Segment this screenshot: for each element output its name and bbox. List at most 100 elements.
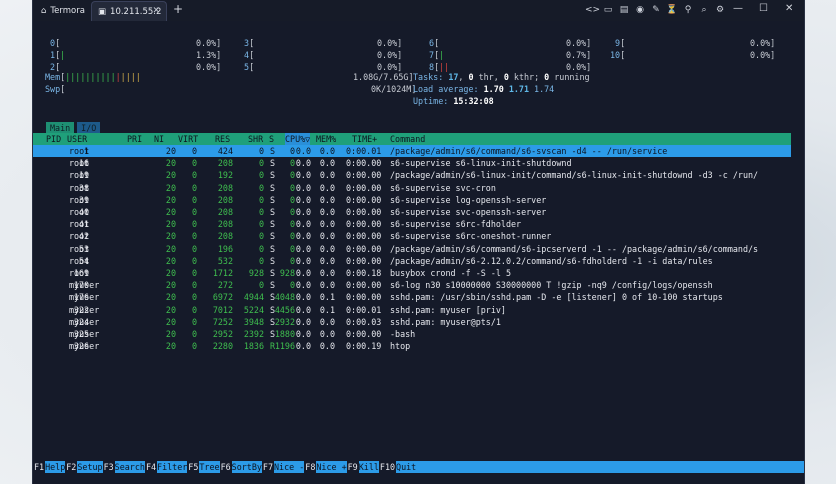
cell-mem: 0.0: [319, 341, 335, 352]
cell-time: 0:00.00: [346, 231, 382, 242]
meter-bracket: [: [249, 38, 255, 48]
cell-mem: 0.0: [319, 182, 335, 193]
fkey-number: F1: [34, 462, 45, 472]
process-row[interactable]: 39 root 20 0 208 0 0 S 0.0 0.0 0:00.00 s6-supervise…: [33, 194, 791, 206]
process-row[interactable]: 170 myuser 20 0 272 0 0 S 0.0 0.0 0:00.00 s6-log n3…: [33, 279, 791, 291]
cell-mem: 0.1: [319, 304, 335, 315]
record-icon[interactable]: ◉: [633, 4, 647, 17]
cell-ni: 0: [191, 231, 197, 242]
cell-s: S: [270, 170, 276, 181]
fkey-f4[interactable]: F4 Filter: [145, 461, 188, 473]
cpu-label: 5: [239, 62, 250, 72]
cell-ni: 0: [191, 194, 197, 205]
fkey-f9[interactable]: F9 Kill: [347, 461, 379, 473]
cell-s: S: [270, 304, 276, 315]
fkey-f2[interactable]: F2 Setup: [65, 461, 103, 473]
process-row[interactable]: 40 root 20 0 208 0 0 S 0.0 0.0 0:00.00 s6-supervise…: [33, 206, 791, 218]
code-icon[interactable]: <>: [585, 4, 600, 17]
fkey-f3[interactable]: F3 Search: [103, 461, 145, 473]
cell-res: 928: [248, 268, 264, 278]
col-shr[interactable]: SHR: [248, 133, 263, 145]
col-command[interactable]: Command: [390, 133, 425, 145]
fkey-number: F6: [220, 462, 231, 472]
cell-s: S: [270, 292, 276, 303]
col-user[interactable]: USER: [67, 133, 87, 145]
terminal-content[interactable]: 0[0.0%] 1[| 1.3%] 2[0.0%] 3[0.0%] 4[0.0%]…: [33, 21, 804, 484]
process-row[interactable]: 41 root 20 0 208 0 0 S 0.0 0.0 0:00.00 s6-supervise…: [33, 218, 791, 230]
network-icon[interactable]: ⚲: [681, 4, 695, 17]
fkey-f10[interactable]: F10 Quit: [379, 461, 417, 473]
clipboard-icon[interactable]: ▤: [617, 4, 631, 17]
col-virt[interactable]: VIRT: [178, 133, 198, 145]
cell-pri: 20: [165, 255, 176, 266]
cell-ni: 0: [191, 292, 197, 303]
cell-shr: 0: [289, 243, 295, 254]
process-row[interactable]: 322 myuser 20 0 7012 5224 4456 S 0.0 0.1 0:00.01 ss…: [33, 304, 791, 316]
process-row[interactable]: 16 root 20 0 208 0 0 S 0.0 0.0 0:00.00 s6-supervise…: [33, 157, 791, 169]
fkey-number: F4: [145, 462, 157, 472]
cell-s: S: [270, 255, 276, 266]
process-row[interactable]: 325 myuser 20 0 2952 2392 1880 S 0.0 0.0 0:00.00 -b…: [33, 328, 791, 340]
fkey-label: Kill: [358, 461, 379, 473]
fkey-f7[interactable]: F7 Nice -: [262, 461, 305, 473]
folder-icon[interactable]: ▭: [601, 4, 615, 17]
process-row[interactable]: 38 root 20 0 208 0 0 S 0.0 0.0 0:00.00 s6-supervise…: [33, 182, 791, 194]
cell-res: 0: [258, 158, 264, 169]
cell-pri: 20: [165, 292, 176, 303]
cell-time: 0:00.00: [346, 219, 382, 230]
process-row[interactable]: 54 root 20 0 532 0 0 S 0.0 0.0 0:00.00/package/adm…: [33, 255, 791, 267]
fkey-f5[interactable]: F5 Tree: [187, 461, 220, 473]
process-row[interactable]: 169 root 20 0 1712 928 928 S 0.0 0.0 0:00.18 busybo…: [33, 267, 791, 279]
cpu-percent: 0.0%]: [750, 37, 775, 49]
process-row[interactable]: 53 root 20 0 196 0 0 S 0.0 0.0 0:00.00/package/adm…: [33, 243, 791, 255]
minimize-button[interactable]: —: [733, 3, 743, 14]
process-row[interactable]: 324 myuser 20 0 7252 3948 2932 S 0.0 0.0 0:00.03 ss…: [33, 316, 791, 328]
settings-icon[interactable]: ⚙: [713, 4, 727, 17]
cell-mem: 0.0: [319, 255, 335, 266]
close-window-button[interactable]: ✕: [785, 3, 793, 14]
process-row[interactable]: 326 myuser 20 0 2280 1836 1196 R 0.0 0.0 0:00.19 ht…: [33, 340, 791, 352]
cell-ni: 0: [191, 146, 197, 156]
col-cpu[interactable]: CPU%▽: [285, 133, 311, 146]
cpu-meter-3: 3[: [239, 37, 254, 49]
zoom-icon[interactable]: ⌕: [697, 4, 711, 17]
cell-time: 0:00.00: [346, 243, 382, 254]
tab-ssh-session[interactable]: ▣ 10.211.55.2 ✕: [91, 1, 167, 21]
col-mem[interactable]: MEM%: [316, 133, 336, 145]
col-state[interactable]: S: [269, 133, 274, 145]
meter-bracket: [: [434, 38, 440, 48]
new-tab-button[interactable]: +: [173, 2, 183, 16]
col-pid[interactable]: PID: [46, 133, 61, 145]
cpu-meter-0: 0[: [45, 37, 60, 49]
fkey-label: Nice -: [274, 461, 305, 473]
col-time[interactable]: TIME+: [352, 133, 377, 145]
filter-icon[interactable]: ⏳: [665, 4, 679, 17]
meter-bracket: ]: [216, 62, 222, 72]
maximize-button[interactable]: ☐: [759, 3, 768, 14]
cell-time: 0:00.00: [346, 182, 382, 193]
tasks-info: Tasks: 17, 0 thr, 0 kthr; 0 running: [413, 72, 590, 82]
process-row[interactable]: 42 root 20 0 208 0 0 S 0.0 0.0 0:00.00 s6-supervise…: [33, 230, 791, 242]
tab-io[interactable]: I/O: [77, 122, 101, 133]
fkey-f6[interactable]: F6 SortBy: [220, 461, 262, 473]
fkey-f8[interactable]: F8 Nice +: [304, 461, 347, 473]
fkey-f1[interactable]: F1 Help: [33, 461, 66, 473]
process-row[interactable]: 1 root 20 0 424 0 0 S 0.0 0.0 0:00.01/package/admi…: [33, 145, 791, 158]
col-ni[interactable]: NI: [154, 133, 164, 145]
fkey-label: Nice +: [316, 461, 347, 473]
col-res[interactable]: RES: [215, 133, 230, 145]
col-pri[interactable]: PRI: [127, 133, 142, 145]
process-row[interactable]: 176 myuser 20 0 6972 4944 4048 S 0.0 0.1 0:00.00 ss…: [33, 291, 791, 303]
cell-virt: 6972: [212, 292, 233, 303]
cell-user: myuser: [69, 329, 100, 339]
tab-termora-home[interactable]: ⌂ Termora: [35, 1, 87, 21]
meter-bracket: ]: [770, 38, 776, 48]
process-row[interactable]: 19 root 20 0 192 0 0 S 0.0 0.0 0:00.00/package/adm…: [33, 169, 791, 181]
cell-mem: 0.0: [319, 316, 335, 327]
meter-bracket: [: [249, 50, 255, 60]
tab-main[interactable]: Main: [46, 122, 75, 133]
pen-icon[interactable]: ✎: [649, 4, 663, 17]
cpu-percent: 0.0%]: [566, 37, 591, 49]
cell-virt: 208: [217, 231, 233, 242]
close-tab-icon[interactable]: ✕: [152, 6, 160, 16]
